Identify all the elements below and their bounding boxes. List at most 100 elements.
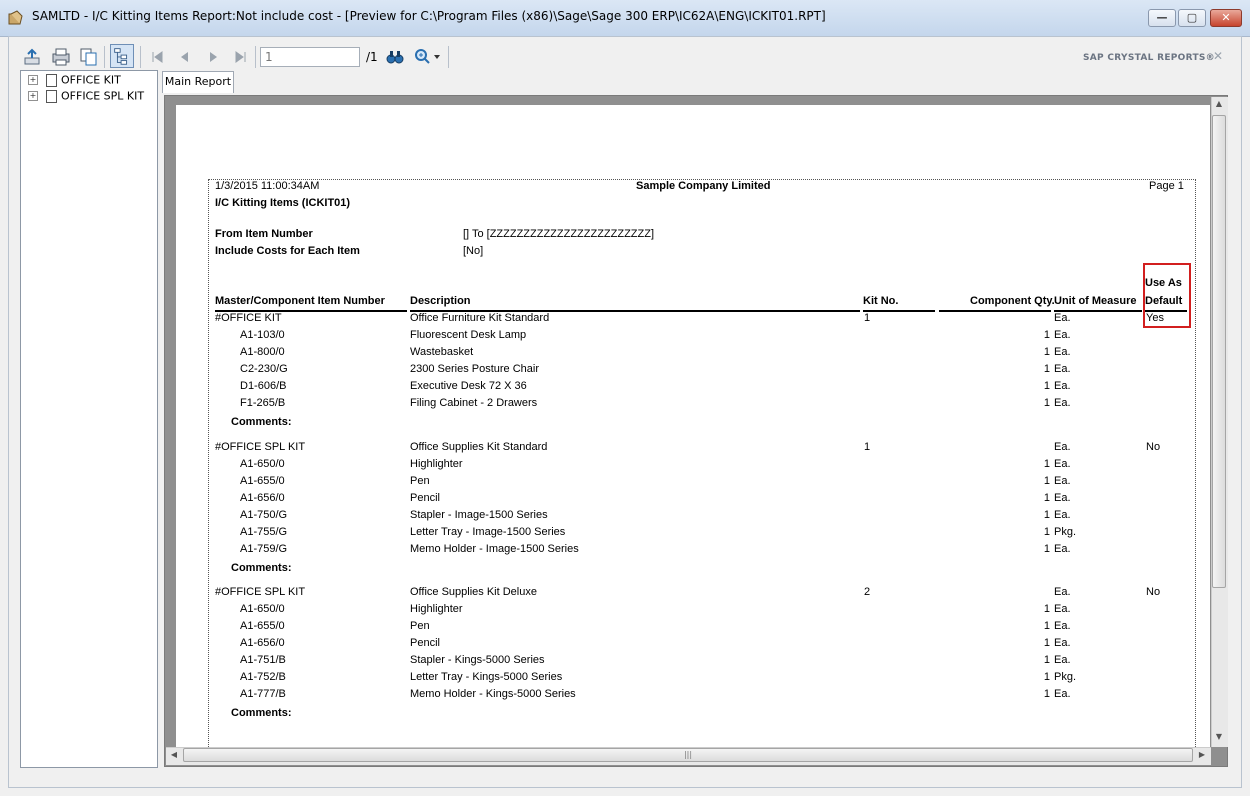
component-item-number: F1-265/B [240, 397, 286, 409]
previous-page-icon[interactable] [174, 46, 196, 68]
kit-description: Office Supplies Kit Standard [410, 441, 548, 453]
component-item-number: A1-759/G [240, 543, 288, 555]
last-page-icon[interactable] [230, 46, 252, 68]
component-description: Stapler - Image-1500 Series [410, 509, 548, 521]
component-item-number: A1-752/B [240, 671, 286, 683]
component-qty: 1 [1043, 637, 1050, 649]
vertical-scroll-thumb[interactable] [1212, 115, 1226, 588]
first-page-icon[interactable] [146, 46, 168, 68]
component-qty: 1 [1043, 620, 1050, 632]
component-item-number: A1-650/0 [240, 458, 285, 470]
component-description: Memo Holder - Image-1500 Series [410, 543, 579, 555]
component-description: Highlighter [410, 603, 463, 615]
crystal-reports-brand: SAP CRYSTAL REPORTS® [1083, 53, 1215, 63]
component-unit-of-measure: Pkg. [1054, 526, 1077, 538]
component-item-number: A1-656/0 [240, 492, 285, 504]
filter-from-label: From Item Number [215, 228, 313, 240]
minimize-icon: — [1156, 11, 1168, 24]
component-item-number: A1-751/B [240, 654, 286, 666]
component-qty: 1 [1043, 329, 1050, 341]
close-report-icon[interactable]: ✕ [1212, 50, 1224, 62]
component-description: Pencil [410, 637, 440, 649]
component-description: Stapler - Kings-5000 Series [410, 654, 545, 666]
scroll-left-icon[interactable]: ◀ [168, 750, 180, 759]
column-header-description: Description [410, 295, 471, 307]
column-header-component-qty: Component Qty. [970, 295, 1055, 307]
next-page-icon[interactable] [202, 46, 224, 68]
column-header-item: Master/Component Item Number [215, 295, 385, 307]
tab-main-report[interactable]: Main Report [162, 71, 234, 93]
expand-plus-icon[interactable]: + [28, 91, 38, 101]
component-qty: 1 [1043, 397, 1050, 409]
component-item-number: A1-655/0 [240, 475, 285, 487]
toolbar-separator [104, 46, 105, 68]
kit-use-as-default: No [1146, 586, 1161, 598]
page-number-input[interactable]: 1 [260, 47, 360, 67]
print-icon[interactable] [50, 46, 72, 68]
component-description: Letter Tray - Kings-5000 Series [410, 671, 563, 683]
tree-item-office-spl-kit[interactable]: + OFFICE SPL KIT [28, 89, 144, 105]
kit-unit-of-measure: Ea. [1054, 312, 1071, 324]
scroll-right-icon[interactable]: ▶ [1196, 750, 1208, 759]
component-description: Wastebasket [410, 346, 474, 358]
maximize-icon: ▢ [1186, 11, 1198, 24]
component-unit-of-measure: Ea. [1054, 654, 1071, 666]
component-item-number: C2-230/G [240, 363, 288, 375]
tree-item-label: OFFICE KIT [61, 73, 121, 87]
zoom-icon[interactable] [412, 46, 442, 68]
window-title: SAMLTD - I/C Kitting Items Report:Not in… [32, 9, 826, 23]
close-button[interactable]: ✕ [1210, 9, 1242, 27]
component-qty: 1 [1043, 475, 1050, 487]
horizontal-scroll-thumb[interactable]: ||| [183, 748, 1193, 762]
minimize-button[interactable]: — [1148, 9, 1176, 27]
report-title: I/C Kitting Items (ICKIT01) [215, 197, 351, 209]
kit-unit-of-measure: Ea. [1054, 586, 1071, 598]
component-item-number: A1-777/B [240, 688, 286, 700]
kit-description: Office Furniture Kit Standard [410, 312, 550, 324]
component-description: Pen [410, 620, 430, 632]
comments-label: Comments: [231, 562, 292, 574]
scroll-down-icon[interactable]: ▼ [1212, 732, 1226, 741]
kit-number: 2 [864, 586, 871, 598]
component-description: Filing Cabinet - 2 Drawers [410, 397, 538, 409]
tree-item-office-kit[interactable]: + OFFICE KIT [28, 73, 121, 89]
component-item-number: A1-650/0 [240, 603, 285, 615]
component-unit-of-measure: Ea. [1054, 380, 1071, 392]
filter-cost-value: [No] [463, 245, 484, 257]
kit-item-number: #OFFICE KIT [215, 312, 282, 324]
document-icon [46, 73, 57, 87]
component-unit-of-measure: Ea. [1054, 475, 1071, 487]
component-qty: 1 [1043, 380, 1050, 392]
component-item-number: D1-606/B [240, 380, 287, 392]
component-unit-of-measure: Ea. [1054, 363, 1071, 375]
component-qty: 1 [1043, 346, 1050, 358]
header-underline [939, 310, 1051, 312]
toolbar-separator [255, 46, 256, 68]
find-binoculars-icon[interactable] [384, 46, 406, 68]
page-total: /1 [366, 50, 378, 64]
component-description: Pencil [410, 492, 440, 504]
maximize-button[interactable]: ▢ [1178, 9, 1206, 27]
component-description: Executive Desk 72 X 36 [410, 380, 527, 392]
copy-icon[interactable] [78, 46, 100, 68]
export-icon[interactable] [22, 46, 44, 68]
component-unit-of-measure: Ea. [1054, 509, 1071, 521]
company-name: Sample Company Limited [636, 180, 771, 192]
component-unit-of-measure: Ea. [1054, 543, 1071, 555]
group-tree-panel [20, 70, 158, 768]
component-qty: 1 [1043, 526, 1050, 538]
kit-description: Office Supplies Kit Deluxe [410, 586, 537, 598]
comments-label: Comments: [231, 707, 292, 719]
component-unit-of-measure: Ea. [1054, 397, 1071, 409]
scroll-up-icon[interactable]: ▲ [1212, 99, 1226, 108]
expand-plus-icon[interactable]: + [28, 75, 38, 85]
component-qty: 1 [1043, 492, 1050, 504]
page-label: Page 1 [1149, 180, 1184, 192]
document-icon [46, 89, 57, 103]
component-description: Letter Tray - Image-1500 Series [410, 526, 566, 538]
component-description: 2300 Series Posture Chair [410, 363, 540, 375]
group-tree-toggle-icon[interactable] [110, 44, 134, 68]
component-item-number: A1-656/0 [240, 637, 285, 649]
toolbar-separator [140, 46, 141, 68]
component-qty: 1 [1043, 363, 1050, 375]
